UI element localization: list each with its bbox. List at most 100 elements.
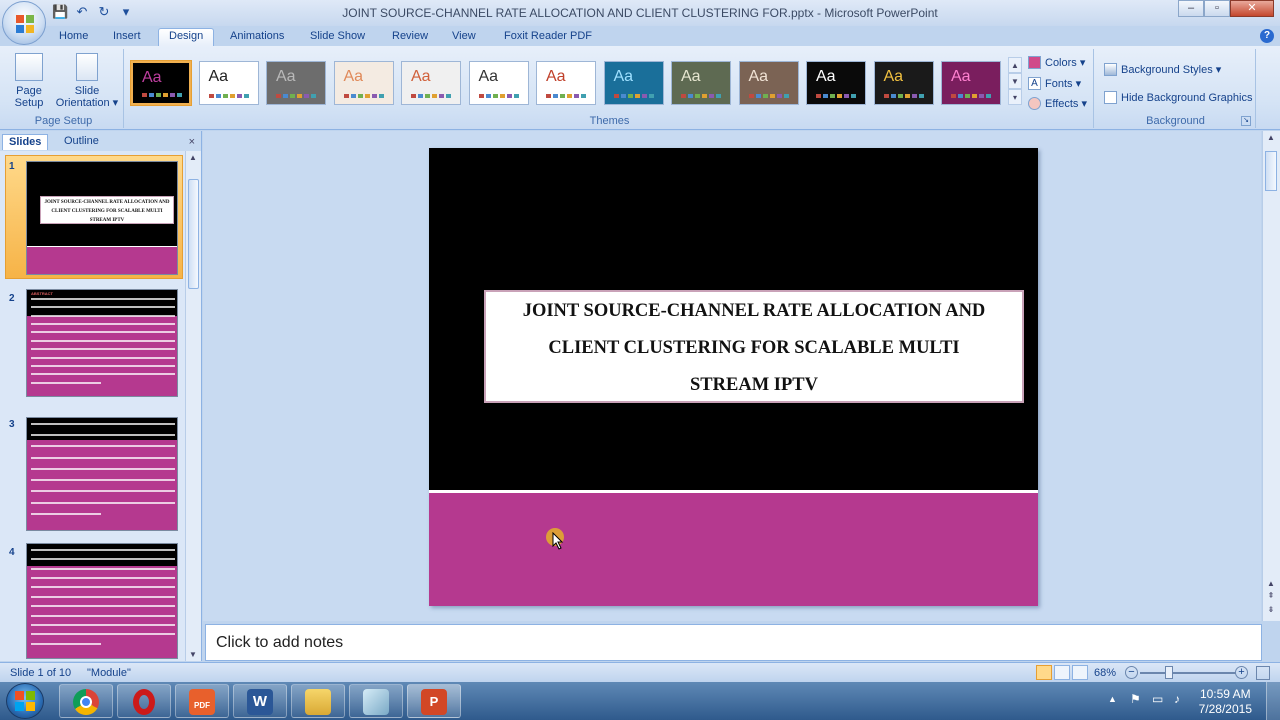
- slide-thumbnail-3[interactable]: [26, 417, 178, 531]
- theme-color-swatches: [208, 94, 249, 98]
- action-center-icon[interactable]: ⚑: [1130, 692, 1141, 706]
- theme-thumbnail[interactable]: Aa: [806, 61, 866, 105]
- scroll-down-icon[interactable]: ▼: [189, 650, 197, 659]
- tab-insert[interactable]: Insert: [113, 28, 141, 46]
- themes-more-icon[interactable]: ▾: [1008, 89, 1022, 105]
- slide-vertical-scrollbar[interactable]: ▲ ▲ ⇞ ⇟: [1262, 131, 1280, 621]
- theme-thumbnail[interactable]: Aa: [941, 61, 1001, 105]
- tab-review[interactable]: Review: [392, 28, 428, 46]
- close-panel-icon[interactable]: ×: [189, 136, 195, 148]
- zoom-slider[interactable]: [1140, 672, 1236, 674]
- background-group: Background Styles ▾ Hide Background Grap…: [1096, 49, 1256, 128]
- start-button[interactable]: [6, 683, 44, 719]
- normal-view-button[interactable]: [1036, 665, 1052, 680]
- thumb-text-line: [31, 323, 175, 326]
- slide-show-view-button[interactable]: [1072, 665, 1088, 680]
- slide-title-box[interactable]: JOINT SOURCE-CHANNEL RATE ALLOCATION AND…: [484, 290, 1024, 403]
- slides-panel-scrollbar[interactable]: ▲ ▼: [185, 151, 201, 661]
- previous-slide-icon[interactable]: ⇞: [1265, 591, 1277, 603]
- word-taskbar-button[interactable]: W: [233, 684, 287, 718]
- maximize-button[interactable]: ▫: [1204, 0, 1230, 17]
- theme-thumbnail[interactable]: Aa: [333, 61, 394, 105]
- theme-color-swatches: [816, 94, 856, 98]
- slide-background-bottom: [429, 493, 1038, 606]
- colors-icon: [1028, 56, 1041, 69]
- background-styles-button[interactable]: Background Styles ▾: [1104, 63, 1221, 76]
- tab-outline[interactable]: Outline: [58, 134, 105, 150]
- scroll-up-icon[interactable]: ▲: [1265, 133, 1277, 145]
- tab-design[interactable]: Design: [158, 28, 215, 46]
- thumb-text-line: [31, 306, 175, 309]
- scroll-up-icon[interactable]: ▲: [1265, 579, 1277, 591]
- tab-foxit-reader-pdf[interactable]: Foxit Reader PDF: [504, 28, 592, 46]
- effects-button[interactable]: Effects ▾: [1028, 97, 1087, 110]
- hide-background-graphics-checkbox[interactable]: Hide Background Graphics: [1104, 91, 1252, 104]
- theme-thumbnail[interactable]: Aa: [873, 61, 934, 105]
- zoom-slider-thumb[interactable]: [1165, 666, 1173, 679]
- tab-slide-show[interactable]: Slide Show: [310, 28, 365, 46]
- powerpoint-taskbar-button[interactable]: P: [407, 684, 461, 718]
- slide-thumbnail-2[interactable]: ABSTRACT: [26, 289, 178, 397]
- chrome-taskbar-button[interactable]: [59, 684, 113, 718]
- zoom-level[interactable]: 68%: [1094, 667, 1116, 679]
- close-button[interactable]: ✕: [1230, 0, 1274, 17]
- show-desktop-button[interactable]: [1266, 682, 1280, 720]
- notes-pane[interactable]: Click to add notes: [205, 624, 1262, 661]
- explorer-taskbar-button[interactable]: [291, 684, 345, 718]
- thumb-divider: [27, 246, 177, 247]
- themes-scroll-up-icon[interactable]: ▲: [1008, 57, 1022, 73]
- theme-thumbnail[interactable]: Aa: [468, 61, 529, 105]
- volume-icon[interactable]: ♪: [1174, 692, 1180, 706]
- thumb-text-line: [31, 605, 175, 608]
- page-setup-button[interactable]: Page Setup: [10, 53, 48, 109]
- themes-scroll-down-icon[interactable]: ▼: [1008, 73, 1022, 89]
- colors-button[interactable]: Colors ▾: [1028, 56, 1085, 69]
- thumb-text-line: [31, 331, 175, 334]
- slide-sorter-view-button[interactable]: [1054, 665, 1070, 680]
- theme-color-swatches: [276, 94, 316, 98]
- theme-thumbnail[interactable]: Aa: [671, 61, 731, 105]
- scroll-thumb[interactable]: [188, 179, 199, 289]
- theme-color-swatches: [681, 94, 721, 98]
- clock[interactable]: 10:59 AM 7/28/2015: [1199, 687, 1252, 717]
- help-icon[interactable]: ?: [1260, 29, 1274, 43]
- dialog-launcher-icon[interactable]: ↘: [1241, 116, 1251, 126]
- theme-thumbnail[interactable]: Aa: [131, 61, 191, 105]
- zoom-in-icon[interactable]: +: [1235, 666, 1248, 679]
- current-slide[interactable]: JOINT SOURCE-CHANNEL RATE ALLOCATION AND…: [429, 148, 1038, 606]
- tab-home[interactable]: Home: [59, 28, 88, 46]
- network-icon[interactable]: ▭: [1152, 692, 1163, 706]
- office-button[interactable]: [2, 1, 46, 45]
- theme-sample-text: Aa: [208, 68, 229, 85]
- theme-thumbnail[interactable]: Aa: [401, 61, 461, 105]
- thumb-text-line: [31, 512, 101, 515]
- tab-view[interactable]: View: [452, 28, 476, 46]
- show-hidden-icons-icon[interactable]: ▲: [1108, 694, 1117, 704]
- slide-orientation-button[interactable]: Slide Orientation ▾: [52, 53, 122, 109]
- fonts-button[interactable]: A Fonts ▾: [1028, 77, 1081, 90]
- tab-animations[interactable]: Animations: [230, 28, 284, 46]
- pdf-icon: PDF: [189, 689, 215, 715]
- scroll-thumb[interactable]: [1265, 151, 1277, 191]
- theme-thumbnail[interactable]: Aa: [738, 61, 799, 105]
- tab-slides[interactable]: Slides: [2, 134, 49, 150]
- slide-thumbnail-4[interactable]: [26, 543, 178, 659]
- slide-thumbnail-1[interactable]: JOINT SOURCE-CHANNEL RATE ALLOCATION AND…: [26, 161, 178, 275]
- fit-to-window-icon[interactable]: [1256, 666, 1270, 680]
- theme-thumbnail[interactable]: Aa: [536, 61, 596, 105]
- thumb-text-line: [31, 586, 175, 589]
- theme-thumbnail[interactable]: Aa: [266, 61, 326, 105]
- scroll-up-icon[interactable]: ▲: [189, 153, 197, 162]
- thumb-text-lines: [31, 290, 175, 396]
- theme-thumbnail[interactable]: Aa: [603, 61, 664, 105]
- theme-thumbnail[interactable]: Aa: [198, 61, 259, 105]
- glass-taskbar-button[interactable]: [349, 684, 403, 718]
- opera-taskbar-button[interactable]: [117, 684, 171, 718]
- thumb-text-line: [31, 549, 175, 551]
- next-slide-icon[interactable]: ⇟: [1265, 605, 1277, 617]
- minimize-button[interactable]: –: [1178, 0, 1204, 17]
- theme-sample-text: Aa: [951, 68, 971, 85]
- zoom-out-icon[interactable]: −: [1125, 666, 1138, 679]
- thumb-text-line: [31, 456, 175, 459]
- pdf-taskbar-button[interactable]: PDF: [175, 684, 229, 718]
